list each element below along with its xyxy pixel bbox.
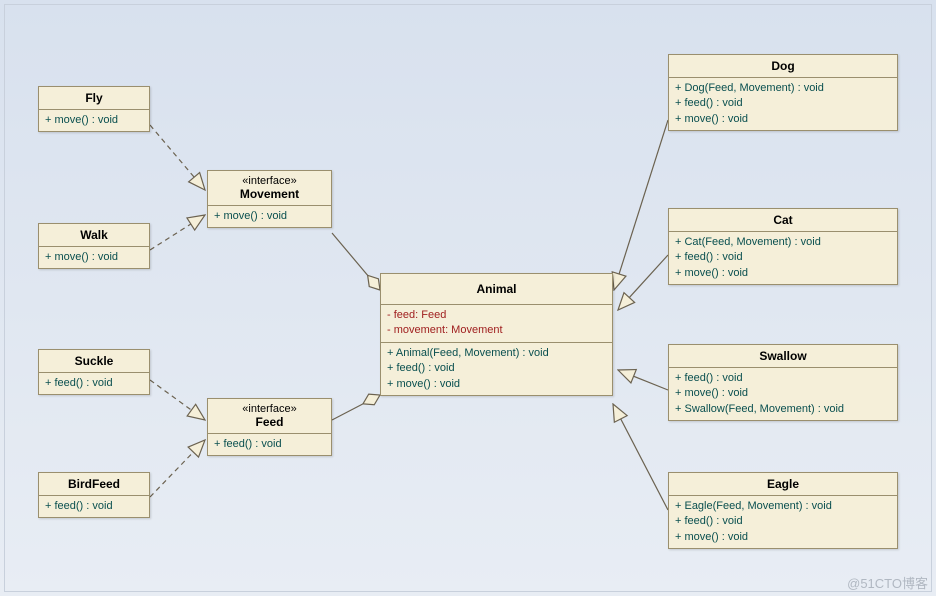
method: + feed() : void [45, 499, 143, 514]
method: + feed() : void [675, 250, 891, 265]
method: + Eagle(Feed, Movement) : void [675, 499, 891, 514]
class-name: Feed [216, 415, 323, 429]
class-suckle[interactable]: Suckle + feed() : void [38, 349, 150, 395]
class-name: Fly [39, 87, 149, 110]
class-eagle[interactable]: Eagle + Eagle(Feed, Movement) : void + f… [668, 472, 898, 549]
stereotype: «interface» [216, 403, 323, 415]
class-name: Swallow [669, 345, 897, 368]
interface-movement[interactable]: «interface» Movement + move() : void [207, 170, 332, 228]
method: + move() : void [675, 112, 891, 127]
method: + feed() : void [675, 514, 891, 529]
method: + feed() : void [214, 437, 325, 452]
class-dog[interactable]: Dog + Dog(Feed, Movement) : void + feed(… [668, 54, 898, 131]
method: + feed() : void [387, 361, 606, 376]
class-name: BirdFeed [39, 473, 149, 496]
class-cat[interactable]: Cat + Cat(Feed, Movement) : void + feed(… [668, 208, 898, 285]
class-name: Suckle [39, 350, 149, 373]
method: + feed() : void [675, 371, 891, 386]
method: + Animal(Feed, Movement) : void [387, 346, 606, 361]
method: + move() : void [387, 377, 606, 392]
class-name: Walk [39, 224, 149, 247]
method: + feed() : void [45, 376, 143, 391]
class-birdfeed[interactable]: BirdFeed + feed() : void [38, 472, 150, 518]
class-animal[interactable]: Animal - feed: Feed - movement: Movement… [380, 273, 613, 396]
method: + Dog(Feed, Movement) : void [675, 81, 891, 96]
attribute: - feed: Feed [387, 308, 606, 323]
method: + move() : void [675, 530, 891, 545]
class-fly[interactable]: Fly + move() : void [38, 86, 150, 132]
method: + move() : void [45, 250, 143, 265]
class-name: Eagle [669, 473, 897, 496]
class-header: «interface» Movement [208, 171, 331, 206]
method: + move() : void [45, 113, 143, 128]
method: + Cat(Feed, Movement) : void [675, 235, 891, 250]
method: + move() : void [675, 386, 891, 401]
class-name: Dog [669, 55, 897, 78]
method: + feed() : void [675, 96, 891, 111]
stereotype: «interface» [216, 175, 323, 187]
method: + Swallow(Feed, Movement) : void [675, 402, 891, 417]
class-name: Animal [381, 274, 612, 305]
watermark: @51CTO博客 [847, 573, 928, 592]
class-name: Movement [216, 187, 323, 201]
interface-feed[interactable]: «interface» Feed + feed() : void [207, 398, 332, 456]
class-swallow[interactable]: Swallow + feed() : void + move() : void … [668, 344, 898, 421]
attribute: - movement: Movement [387, 323, 606, 338]
method: + move() : void [675, 266, 891, 281]
class-walk[interactable]: Walk + move() : void [38, 223, 150, 269]
class-name: Cat [669, 209, 897, 232]
class-header: «interface» Feed [208, 399, 331, 434]
method: + move() : void [214, 209, 325, 224]
